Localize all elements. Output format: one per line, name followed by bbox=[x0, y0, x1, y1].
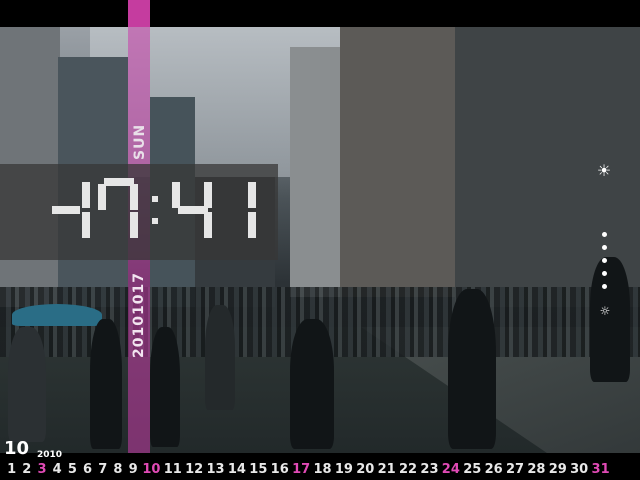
calendar-day[interactable]: 19 bbox=[333, 461, 354, 479]
calendar-day[interactable]: 11 bbox=[162, 461, 183, 479]
calendar-day[interactable]: 31 bbox=[590, 461, 611, 479]
top-bar bbox=[0, 0, 640, 27]
day-of-week: SUN bbox=[130, 118, 148, 160]
calendar-day[interactable]: 26 bbox=[483, 461, 504, 479]
calendar-year: 2010 bbox=[37, 450, 63, 460]
calendar-day[interactable]: 20 bbox=[355, 461, 376, 479]
sun-icon[interactable]: ☀ bbox=[596, 163, 612, 179]
photo-umbrella bbox=[12, 304, 102, 326]
calendar-day[interactable]: 5 bbox=[65, 461, 80, 479]
level-dot bbox=[602, 258, 607, 263]
photo-person bbox=[150, 327, 180, 447]
calendar-day[interactable]: 12 bbox=[183, 461, 204, 479]
level-dot bbox=[602, 271, 607, 276]
clock-digit bbox=[172, 178, 214, 242]
calendar-day[interactable]: 8 bbox=[110, 461, 125, 479]
level-dot bbox=[602, 232, 607, 237]
calendar-day[interactable]: 29 bbox=[547, 461, 568, 479]
photo-building bbox=[340, 27, 460, 297]
date-text: 20101017 bbox=[131, 272, 147, 358]
calendar-day[interactable]: 24 bbox=[440, 461, 461, 479]
clock-colon bbox=[152, 196, 158, 202]
calendar-day[interactable]: 15 bbox=[248, 461, 269, 479]
photo-person bbox=[8, 327, 46, 442]
calendar-day[interactable]: 30 bbox=[569, 461, 590, 479]
calendar-day[interactable]: 6 bbox=[80, 461, 95, 479]
level-dot bbox=[602, 245, 607, 250]
sun-small-icon[interactable]: ☼ bbox=[598, 304, 612, 318]
photo-person bbox=[90, 319, 122, 449]
calendar-day[interactable]: 7 bbox=[95, 461, 110, 479]
calendar-day[interactable]: 25 bbox=[462, 461, 483, 479]
calendar-day[interactable]: 27 bbox=[504, 461, 525, 479]
calendar-day[interactable]: 3 bbox=[34, 461, 49, 479]
calendar-days: 1 2 3 4 5 6 7 8 9 10 11 12 13 14 15 16 17 18 19 20 21 22 23 24 2… bbox=[4, 461, 611, 479]
clock-colon bbox=[152, 218, 158, 224]
photo-person bbox=[448, 289, 496, 449]
calendar-day[interactable]: 4 bbox=[50, 461, 65, 479]
calendar-day[interactable]: 10 bbox=[141, 461, 162, 479]
digital-clock bbox=[52, 178, 272, 248]
clock-digit bbox=[230, 178, 272, 242]
calendar-day[interactable]: 18 bbox=[312, 461, 333, 479]
calendar-day[interactable]: 16 bbox=[269, 461, 290, 479]
photo-person bbox=[290, 319, 334, 449]
clock-digit bbox=[52, 178, 94, 242]
calendar-day[interactable]: 14 bbox=[226, 461, 247, 479]
level-dot bbox=[602, 284, 607, 289]
level-dots[interactable] bbox=[602, 232, 608, 297]
photo-person bbox=[590, 257, 630, 382]
photo-person bbox=[205, 305, 235, 410]
calendar-month: 10 bbox=[4, 438, 30, 459]
calendar-day[interactable]: 17 bbox=[290, 461, 311, 479]
calendar-day[interactable]: 13 bbox=[205, 461, 226, 479]
date-readout: 20101017 bbox=[130, 266, 148, 358]
calendar-day[interactable]: 23 bbox=[419, 461, 440, 479]
pink-strip-top bbox=[128, 0, 150, 27]
calendar-day[interactable]: 2 bbox=[19, 461, 34, 479]
clock-digit bbox=[98, 178, 140, 242]
day-of-week-text: SUN bbox=[132, 123, 148, 160]
calendar-day[interactable]: 9 bbox=[126, 461, 141, 479]
calendar-day[interactable]: 22 bbox=[397, 461, 418, 479]
calendar-day[interactable]: 28 bbox=[526, 461, 547, 479]
calendar-day[interactable]: 1 bbox=[4, 461, 19, 479]
calendar-day[interactable]: 21 bbox=[376, 461, 397, 479]
